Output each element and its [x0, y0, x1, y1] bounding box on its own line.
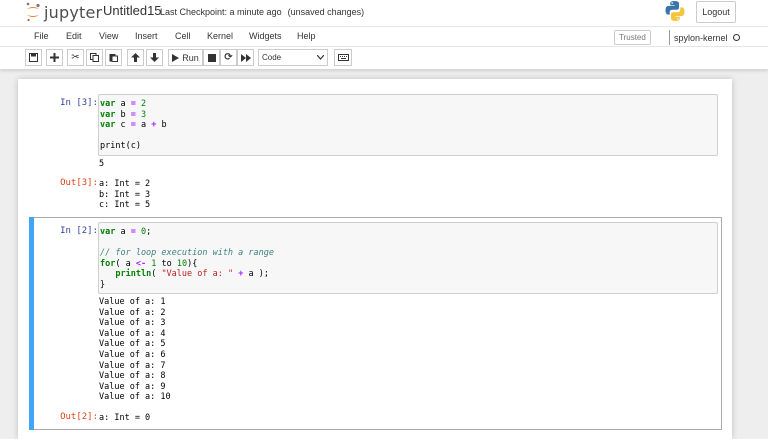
- code-line: var a = 0;: [100, 227, 152, 237]
- checkpoint-status: Last Checkpoint: a minute ago (unsaved ch…: [160, 7, 364, 17]
- menu-widgets[interactable]: Widgets: [249, 31, 282, 41]
- restart-icon: ⟳: [224, 52, 233, 63]
- code-line: var c = a + b: [100, 120, 167, 131]
- python-logo-icon: [665, 1, 685, 21]
- header: jupyter Untitled15 Last Checkpoint: a mi…: [0, 0, 768, 26]
- notebook-name[interactable]: Untitled15: [103, 3, 162, 18]
- code-line: print(c): [100, 141, 141, 152]
- stdout-line: Value of a: 4: [99, 328, 166, 339]
- stdout-line: Value of a: 5: [99, 339, 166, 350]
- stdout-line: Value of a: 7: [99, 360, 166, 371]
- fast-forward-icon: [240, 53, 251, 62]
- cell-stdout: 5: [99, 159, 105, 169]
- menu-view[interactable]: View: [99, 31, 118, 41]
- code-line: var a = 2: [100, 99, 147, 109]
- menu-kernel[interactable]: Kernel: [207, 31, 233, 41]
- result-line: c: Int = 5: [99, 200, 151, 211]
- menu-cell[interactable]: Cell: [175, 31, 191, 41]
- result-line: a: Int = 2: [99, 179, 151, 189]
- out-prompt: Out[2]:: [60, 412, 98, 422]
- menu-insert[interactable]: Insert: [135, 31, 158, 41]
- jupyter-logo[interactable]: jupyter: [25, 1, 102, 23]
- in-prompt: In [2]:: [60, 226, 98, 236]
- arrow-down-icon: [150, 53, 159, 62]
- insert-cell-button[interactable]: [46, 49, 63, 66]
- jupyter-logo-icon: [26, 2, 40, 22]
- copy-button[interactable]: [86, 49, 103, 66]
- menu-file[interactable]: File: [34, 31, 49, 41]
- cell-result: a: Int = 2 b: Int = 3 c: Int = 5: [99, 179, 150, 211]
- plus-icon: [50, 53, 59, 62]
- notebook-page: In [3]: var a = 2 var b = 3 var c = a + …: [18, 79, 732, 439]
- jupyter-logo-text: jupyter: [44, 2, 103, 22]
- code-text[interactable]: var a = 0; // for loop execution with a …: [100, 227, 274, 291]
- stdout-line: Value of a: 9: [99, 381, 166, 392]
- stdout-line: Value of a: 6: [99, 349, 166, 360]
- out-prompt: Out[3]:: [60, 178, 98, 188]
- move-down-button[interactable]: [146, 49, 163, 66]
- kernel-idle-icon: [732, 34, 740, 41]
- selected-cell-indicator: [29, 217, 34, 430]
- code-line: for( a <- 1 to 10){: [100, 258, 198, 269]
- keyboard-icon: [337, 54, 349, 61]
- arrow-up-icon: [131, 53, 140, 62]
- command-palette-button[interactable]: [334, 49, 352, 66]
- cut-button[interactable]: ✂: [67, 49, 84, 66]
- move-up-button[interactable]: [127, 49, 144, 66]
- stop-icon: [207, 53, 216, 62]
- trusted-indicator[interactable]: Trusted: [614, 30, 651, 45]
- menu-edit[interactable]: Edit: [66, 31, 82, 41]
- scissors-icon: ✂: [71, 52, 80, 63]
- code-line: // for loop execution with a range: [100, 248, 274, 259]
- play-icon: [172, 53, 180, 62]
- chevron-down-icon: [317, 55, 324, 60]
- code-line: var b = 3: [100, 109, 147, 120]
- stdout-line: Value of a: 2: [99, 307, 166, 318]
- kernel-name[interactable]: spylon-kernel: [674, 33, 728, 43]
- result-line: b: Int = 3: [99, 189, 151, 200]
- stdout-line: Value of a: 1: [99, 297, 166, 307]
- cell-type-select[interactable]: Code: [258, 49, 328, 66]
- stdout-line: Value of a: 8: [99, 371, 166, 382]
- run-label: Run: [182, 52, 199, 63]
- toolbar: ✂ Run ⟳ Code: [0, 47, 768, 69]
- code-line: }: [100, 279, 106, 290]
- cell-stdout: Value of a: 1 Value of a: 2 Value of a: 3V…: [99, 297, 171, 403]
- code-input[interactable]: var a = 2 var b = 3 var c = a + b print(…: [98, 94, 718, 156]
- cell-result: a: Int = 0: [99, 413, 150, 424]
- paste-button[interactable]: [105, 49, 122, 66]
- restart-run-all-button[interactable]: [237, 49, 254, 66]
- menubar: File Edit View Insert Cell Kernel Widget…: [0, 26, 768, 47]
- kernel-indicator: spylon-kernel: [669, 30, 740, 45]
- restart-button[interactable]: ⟳: [220, 49, 237, 66]
- in-prompt: In [3]:: [60, 98, 98, 108]
- stdout-line: Value of a: 10: [99, 392, 171, 403]
- result-line: a: Int = 0: [99, 413, 151, 423]
- menu-help[interactable]: Help: [297, 31, 316, 41]
- logout-button[interactable]: Logout: [696, 1, 736, 23]
- copy-icon: [90, 53, 99, 62]
- interrupt-button[interactable]: [203, 49, 220, 66]
- code-input[interactable]: var a = 0; // for loop execution with a …: [98, 222, 718, 294]
- cell-type-value: Code: [262, 53, 282, 62]
- save-button[interactable]: [25, 49, 42, 66]
- code-text[interactable]: var a = 2 var b = 3 var c = a + b print(…: [100, 99, 167, 152]
- stdout-line: Value of a: 3: [99, 318, 166, 329]
- paste-icon: [109, 54, 118, 62]
- run-button[interactable]: Run: [168, 49, 203, 66]
- unsaved-changes-text: (unsaved changes): [287, 7, 365, 17]
- last-checkpoint-text: Last Checkpoint: a minute ago: [160, 7, 282, 17]
- save-icon: [29, 53, 38, 62]
- code-line: println( "Value of a: " + a );: [115, 269, 269, 280]
